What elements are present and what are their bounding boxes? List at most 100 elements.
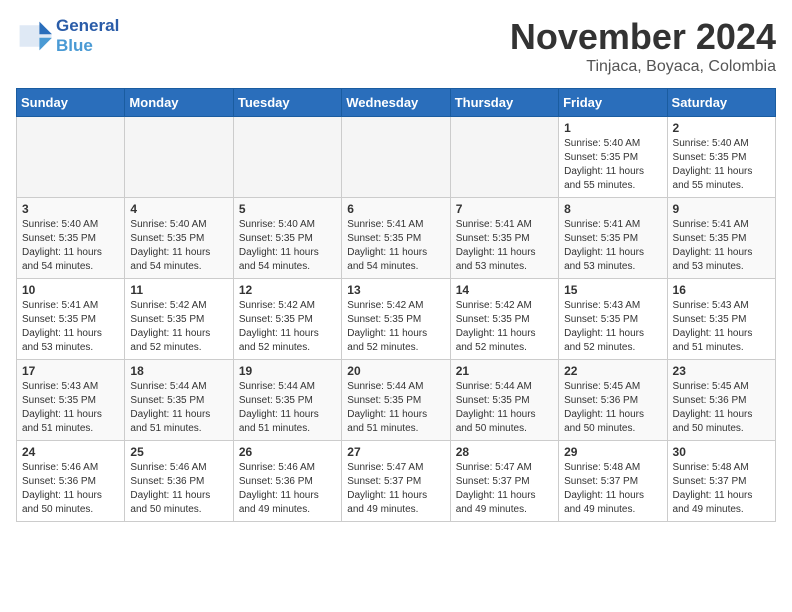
calendar-cell: 12 Sunrise: 5:42 AM Sunset: 5:35 PM Dayli… bbox=[233, 279, 341, 360]
calendar-cell: 29 Sunrise: 5:48 AM Sunset: 5:37 PM Dayli… bbox=[559, 441, 667, 522]
day-number: 27 bbox=[347, 445, 444, 459]
calendar-week-row: 3 Sunrise: 5:40 AM Sunset: 5:35 PM Daylig… bbox=[17, 198, 776, 279]
calendar-cell bbox=[342, 117, 450, 198]
day-number: 18 bbox=[130, 364, 227, 378]
calendar-header-row: SundayMondayTuesdayWednesdayThursdayFrid… bbox=[17, 89, 776, 117]
calendar-week-row: 10Sunrise: 5:41 AM Sunset: 5:35 PM Dayli… bbox=[17, 279, 776, 360]
day-info: Sunrise: 5:46 AM Sunset: 5:36 PM Dayligh… bbox=[239, 461, 336, 517]
calendar-cell bbox=[17, 117, 125, 198]
day-info: Sunrise: 5:42 AM Sunset: 5:35 PM Dayligh… bbox=[456, 299, 553, 355]
day-number: 12 bbox=[239, 283, 336, 297]
calendar-cell: 1Sunrise: 5:40 AM Sunset: 5:35 PM Daylig… bbox=[559, 117, 667, 198]
calendar-cell: 5 Sunrise: 5:40 AM Sunset: 5:35 PM Daylig… bbox=[233, 198, 341, 279]
calendar-table: SundayMondayTuesdayWednesdayThursdayFrid… bbox=[16, 88, 776, 522]
day-number: 15 bbox=[564, 283, 661, 297]
day-info: Sunrise: 5:42 AM Sunset: 5:35 PM Dayligh… bbox=[130, 299, 227, 355]
day-number: 19 bbox=[239, 364, 336, 378]
title-section: November 2024 Tinjaca, Boyaca, Colombia bbox=[510, 16, 776, 76]
month-title: November 2024 bbox=[510, 16, 776, 58]
day-info: Sunrise: 5:41 AM Sunset: 5:35 PM Dayligh… bbox=[456, 218, 553, 274]
calendar-cell: 21 Sunrise: 5:44 AM Sunset: 5:35 PM Dayli… bbox=[450, 360, 558, 441]
logo-icon bbox=[16, 18, 52, 54]
day-info: Sunrise: 5:46 AM Sunset: 5:36 PM Dayligh… bbox=[22, 461, 119, 517]
day-info: Sunrise: 5:40 AM Sunset: 5:35 PM Dayligh… bbox=[22, 218, 119, 274]
day-info: Sunrise: 5:42 AM Sunset: 5:35 PM Dayligh… bbox=[239, 299, 336, 355]
calendar-cell: 11 Sunrise: 5:42 AM Sunset: 5:35 PM Dayli… bbox=[125, 279, 233, 360]
day-number: 6 bbox=[347, 202, 444, 216]
column-header-tuesday: Tuesday bbox=[233, 89, 341, 117]
calendar-cell: 19 Sunrise: 5:44 AM Sunset: 5:35 PM Dayli… bbox=[233, 360, 341, 441]
day-info: Sunrise: 5:44 AM Sunset: 5:35 PM Dayligh… bbox=[239, 380, 336, 436]
day-info: Sunrise: 5:45 AM Sunset: 5:36 PM Dayligh… bbox=[673, 380, 770, 436]
calendar-cell: 13Sunrise: 5:42 AM Sunset: 5:35 PM Dayli… bbox=[342, 279, 450, 360]
day-number: 29 bbox=[564, 445, 661, 459]
day-info: Sunrise: 5:43 AM Sunset: 5:35 PM Dayligh… bbox=[564, 299, 661, 355]
day-number: 14 bbox=[456, 283, 553, 297]
calendar-cell: 15 Sunrise: 5:43 AM Sunset: 5:35 PM Dayli… bbox=[559, 279, 667, 360]
column-header-thursday: Thursday bbox=[450, 89, 558, 117]
calendar-cell: 30Sunrise: 5:48 AM Sunset: 5:37 PM Dayli… bbox=[667, 441, 775, 522]
day-number: 21 bbox=[456, 364, 553, 378]
day-info: Sunrise: 5:41 AM Sunset: 5:35 PM Dayligh… bbox=[673, 218, 770, 274]
column-header-monday: Monday bbox=[125, 89, 233, 117]
calendar-cell: 10Sunrise: 5:41 AM Sunset: 5:35 PM Dayli… bbox=[17, 279, 125, 360]
day-number: 5 bbox=[239, 202, 336, 216]
day-info: Sunrise: 5:41 AM Sunset: 5:35 PM Dayligh… bbox=[22, 299, 119, 355]
calendar-cell: 24Sunrise: 5:46 AM Sunset: 5:36 PM Dayli… bbox=[17, 441, 125, 522]
day-number: 9 bbox=[673, 202, 770, 216]
day-number: 22 bbox=[564, 364, 661, 378]
column-header-wednesday: Wednesday bbox=[342, 89, 450, 117]
day-info: Sunrise: 5:45 AM Sunset: 5:36 PM Dayligh… bbox=[564, 380, 661, 436]
calendar-cell bbox=[233, 117, 341, 198]
day-number: 25 bbox=[130, 445, 227, 459]
calendar-cell: 9 Sunrise: 5:41 AM Sunset: 5:35 PM Daylig… bbox=[667, 198, 775, 279]
location-subtitle: Tinjaca, Boyaca, Colombia bbox=[510, 58, 776, 76]
day-number: 28 bbox=[456, 445, 553, 459]
calendar-cell: 18 Sunrise: 5:44 AM Sunset: 5:35 PM Dayli… bbox=[125, 360, 233, 441]
day-number: 16 bbox=[673, 283, 770, 297]
day-number: 20 bbox=[347, 364, 444, 378]
day-number: 11 bbox=[130, 283, 227, 297]
calendar-cell: 2 Sunrise: 5:40 AM Sunset: 5:35 PM Daylig… bbox=[667, 117, 775, 198]
calendar-week-row: 24Sunrise: 5:46 AM Sunset: 5:36 PM Dayli… bbox=[17, 441, 776, 522]
calendar-cell: 4 Sunrise: 5:40 AM Sunset: 5:35 PM Daylig… bbox=[125, 198, 233, 279]
logo: General Blue bbox=[16, 16, 119, 55]
calendar-cell: 28 Sunrise: 5:47 AM Sunset: 5:37 PM Dayli… bbox=[450, 441, 558, 522]
calendar-cell: 7 Sunrise: 5:41 AM Sunset: 5:35 PM Daylig… bbox=[450, 198, 558, 279]
day-number: 7 bbox=[456, 202, 553, 216]
day-info: Sunrise: 5:48 AM Sunset: 5:37 PM Dayligh… bbox=[564, 461, 661, 517]
column-header-saturday: Saturday bbox=[667, 89, 775, 117]
day-info: Sunrise: 5:43 AM Sunset: 5:35 PM Dayligh… bbox=[22, 380, 119, 436]
calendar-cell bbox=[125, 117, 233, 198]
calendar-cell: 22 Sunrise: 5:45 AM Sunset: 5:36 PM Dayli… bbox=[559, 360, 667, 441]
day-info: Sunrise: 5:40 AM Sunset: 5:35 PM Dayligh… bbox=[130, 218, 227, 274]
calendar-cell: 16 Sunrise: 5:43 AM Sunset: 5:35 PM Dayli… bbox=[667, 279, 775, 360]
calendar-cell: 14 Sunrise: 5:42 AM Sunset: 5:35 PM Dayli… bbox=[450, 279, 558, 360]
day-info: Sunrise: 5:44 AM Sunset: 5:35 PM Dayligh… bbox=[456, 380, 553, 436]
calendar-cell: 27Sunrise: 5:47 AM Sunset: 5:37 PM Dayli… bbox=[342, 441, 450, 522]
day-info: Sunrise: 5:44 AM Sunset: 5:35 PM Dayligh… bbox=[347, 380, 444, 436]
calendar-cell: 25 Sunrise: 5:46 AM Sunset: 5:36 PM Dayli… bbox=[125, 441, 233, 522]
day-number: 4 bbox=[130, 202, 227, 216]
day-info: Sunrise: 5:46 AM Sunset: 5:36 PM Dayligh… bbox=[130, 461, 227, 517]
day-info: Sunrise: 5:41 AM Sunset: 5:35 PM Dayligh… bbox=[347, 218, 444, 274]
day-info: Sunrise: 5:44 AM Sunset: 5:35 PM Dayligh… bbox=[130, 380, 227, 436]
day-info: Sunrise: 5:40 AM Sunset: 5:35 PM Dayligh… bbox=[673, 137, 770, 193]
calendar-cell: 23 Sunrise: 5:45 AM Sunset: 5:36 PM Dayli… bbox=[667, 360, 775, 441]
day-number: 26 bbox=[239, 445, 336, 459]
page-header: General Blue November 2024 Tinjaca, Boya… bbox=[16, 16, 776, 76]
calendar-cell: 8Sunrise: 5:41 AM Sunset: 5:35 PM Daylig… bbox=[559, 198, 667, 279]
day-info: Sunrise: 5:47 AM Sunset: 5:37 PM Dayligh… bbox=[456, 461, 553, 517]
calendar-week-row: 17Sunrise: 5:43 AM Sunset: 5:35 PM Dayli… bbox=[17, 360, 776, 441]
day-number: 3 bbox=[22, 202, 119, 216]
calendar-cell: 26 Sunrise: 5:46 AM Sunset: 5:36 PM Dayli… bbox=[233, 441, 341, 522]
day-number: 30 bbox=[673, 445, 770, 459]
calendar-cell bbox=[450, 117, 558, 198]
day-number: 23 bbox=[673, 364, 770, 378]
day-info: Sunrise: 5:40 AM Sunset: 5:35 PM Dayligh… bbox=[239, 218, 336, 274]
day-number: 2 bbox=[673, 121, 770, 135]
calendar-week-row: 1Sunrise: 5:40 AM Sunset: 5:35 PM Daylig… bbox=[17, 117, 776, 198]
column-header-friday: Friday bbox=[559, 89, 667, 117]
column-header-sunday: Sunday bbox=[17, 89, 125, 117]
day-info: Sunrise: 5:43 AM Sunset: 5:35 PM Dayligh… bbox=[673, 299, 770, 355]
